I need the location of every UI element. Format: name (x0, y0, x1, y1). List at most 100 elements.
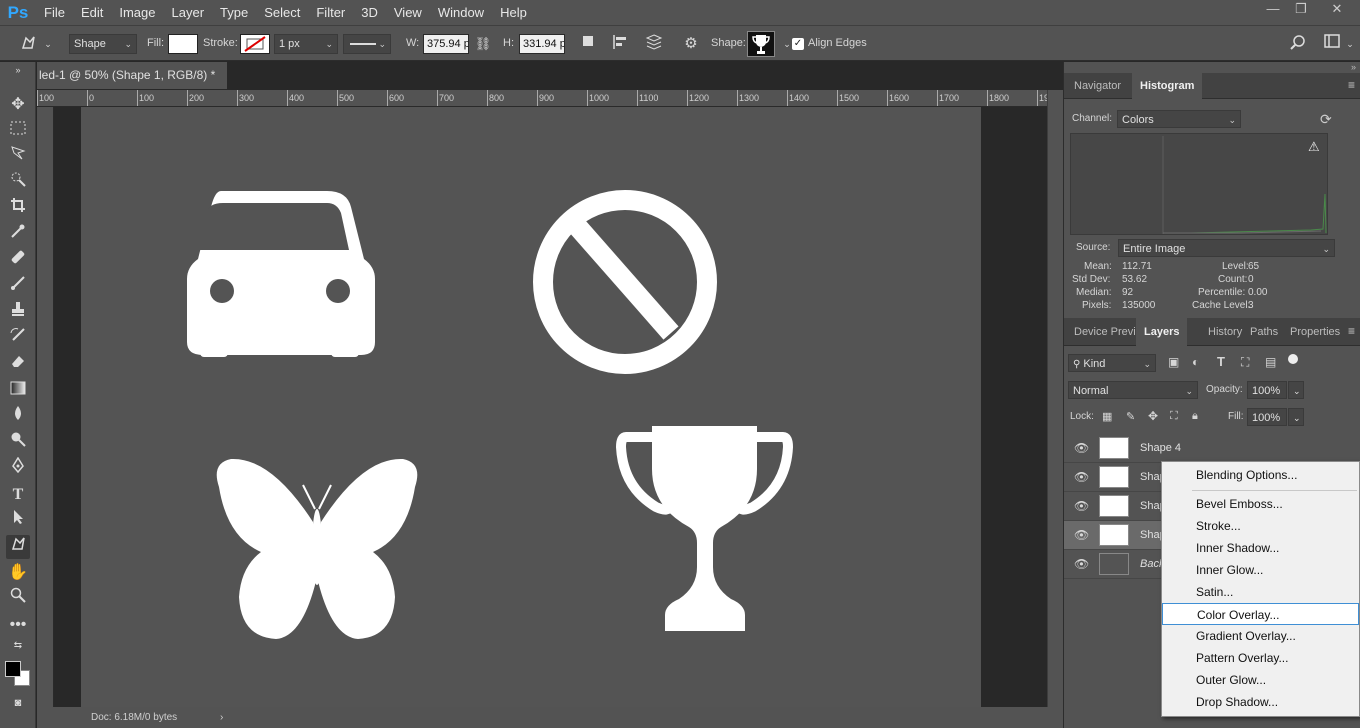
menu-window[interactable]: Window (430, 0, 492, 25)
crop-tool-icon[interactable] (6, 197, 30, 221)
default-colors-icon[interactable]: ⇆ (6, 639, 30, 653)
chevron-down-icon[interactable]: ⌄ (1288, 408, 1304, 426)
blend-mode-select[interactable]: Normal ⌄ (1068, 381, 1198, 399)
menu-item-satin[interactable]: Satin... (1162, 581, 1359, 603)
path-operations-icon[interactable] (578, 34, 598, 54)
gradient-tool-icon[interactable] (6, 379, 30, 403)
menu-item-stroke[interactable]: Stroke... (1162, 515, 1359, 537)
menu-help[interactable]: Help (492, 0, 535, 25)
tab-paths[interactable]: Paths (1242, 318, 1286, 346)
butterfly-shape[interactable] (216, 458, 418, 639)
quick-mask-icon[interactable]: ◙ (6, 696, 30, 710)
type-tool-icon[interactable]: T (6, 483, 30, 507)
close-window-button[interactable]: ✕ (1322, 0, 1352, 20)
stroke-width-select[interactable]: 1 px ⌄ (274, 34, 338, 54)
workspace-icon[interactable] (1322, 34, 1342, 54)
menu-item-outer-glow[interactable]: Outer Glow... (1162, 669, 1359, 691)
menu-3d[interactable]: 3D (353, 0, 386, 25)
menu-image[interactable]: Image (111, 0, 163, 25)
path-selection-tool-icon[interactable] (6, 509, 30, 533)
custom-shape-tool-icon[interactable] (6, 535, 30, 559)
smart-object-filter-icon[interactable]: ▤ (1265, 355, 1276, 369)
eye-icon[interactable]: 👁︎ (1074, 441, 1089, 455)
brush-tool-icon[interactable] (6, 275, 30, 299)
lock-all-icon[interactable]: 🔒︎ (1192, 410, 1198, 423)
minimize-button[interactable]: — (1258, 0, 1288, 20)
menu-item-pattern-overlay[interactable]: Pattern Overlay... (1162, 647, 1359, 669)
channel-select[interactable]: Colors ⌄ (1117, 110, 1241, 128)
adjustment-layer-filter-icon[interactable]: ◐ (1192, 355, 1199, 369)
trophy-shape[interactable] (615, 426, 794, 631)
zoom-tool-icon[interactable] (6, 587, 30, 611)
path-arrangement-icon[interactable] (644, 34, 664, 54)
height-field[interactable]: 331.94 p (519, 34, 565, 54)
panel-menu-icon[interactable]: ≡ (1348, 324, 1355, 338)
refresh-icon[interactable]: ⟳ (1320, 111, 1332, 128)
menu-item-drop-shadow[interactable]: Drop Shadow... (1162, 691, 1359, 713)
dodge-tool-icon[interactable] (6, 431, 30, 455)
menu-item-color-overlay[interactable]: Color Overlay... (1162, 603, 1359, 625)
move-tool-icon[interactable]: ✥ (6, 93, 30, 117)
vertical-scrollbar[interactable] (1047, 90, 1063, 707)
menu-edit[interactable]: Edit (73, 0, 111, 25)
more-tools-icon[interactable]: ••• (6, 613, 30, 637)
chevron-down-icon[interactable]: ⌄ (1340, 34, 1360, 54)
tab-navigator[interactable]: Navigator (1066, 73, 1129, 99)
menu-type[interactable]: Type (212, 0, 256, 25)
shape-picker[interactable] (747, 31, 775, 57)
blur-tool-icon[interactable] (6, 405, 30, 429)
eye-icon[interactable]: 👁︎ (1074, 499, 1089, 513)
tool-preset-chevron-icon[interactable]: ⌄ (38, 34, 58, 54)
shape-layer-filter-icon[interactable]: ⛶ (1241, 355, 1249, 370)
menu-layer[interactable]: Layer (164, 0, 213, 25)
document-tab[interactable]: led-1 @ 50% (Shape 1, RGB/8) * × (37, 62, 227, 110)
healing-brush-tool-icon[interactable] (6, 249, 30, 273)
lock-artboard-icon[interactable]: ⛶ (1170, 410, 1178, 423)
fill-swatch[interactable] (168, 34, 198, 54)
menu-item-inner-shadow[interactable]: Inner Shadow... (1162, 537, 1359, 559)
canvas[interactable] (81, 107, 981, 707)
eye-icon[interactable]: 👁︎ (1074, 470, 1089, 484)
menu-item-inner-glow[interactable]: Inner Glow... (1162, 559, 1359, 581)
panel-menu-icon[interactable]: ≡ (1348, 78, 1355, 92)
collapse-panels-icon[interactable]: » (1351, 62, 1356, 72)
foreground-color-swatch[interactable] (5, 661, 21, 677)
status-menu-chevron-icon[interactable]: › (220, 707, 223, 728)
hand-tool-icon[interactable]: ✋ (6, 561, 30, 585)
fill-field[interactable]: 100% (1247, 408, 1287, 426)
menu-select[interactable]: Select (256, 0, 308, 25)
collapse-toolbox-icon[interactable]: » (6, 64, 30, 76)
lock-position-icon[interactable]: ✥ (1148, 409, 1158, 423)
eye-icon[interactable]: 👁︎ (1074, 528, 1089, 542)
quick-selection-tool-icon[interactable] (6, 171, 30, 195)
history-brush-tool-icon[interactable] (6, 327, 30, 351)
opacity-field[interactable]: 100% (1247, 381, 1287, 399)
stroke-type-select[interactable]: ⌄ (343, 34, 391, 54)
car-shape[interactable] (187, 191, 375, 357)
stroke-swatch[interactable] (240, 34, 270, 54)
align-edges-checkbox[interactable]: ✓ (792, 38, 804, 50)
source-select[interactable]: Entire Image ⌄ (1118, 239, 1335, 257)
pen-tool-icon[interactable] (6, 456, 30, 481)
menu-item-gradient-overlay[interactable]: Gradient Overlay... (1162, 625, 1359, 647)
menu-file[interactable]: File (36, 0, 73, 25)
gear-icon[interactable]: ⚙ (681, 34, 701, 54)
type-layer-filter-icon[interactable]: T (1217, 354, 1225, 369)
marquee-tool-icon[interactable] (6, 119, 30, 143)
restore-button[interactable]: ❐ (1286, 0, 1316, 20)
eraser-tool-icon[interactable] (6, 353, 30, 377)
eyedropper-tool-icon[interactable] (6, 223, 30, 247)
warning-icon[interactable]: ⚠ (1308, 139, 1320, 155)
layer-row[interactable]: 👁︎ Shape 4 (1064, 434, 1360, 463)
kind-filter-select[interactable]: ⚲ Kind ⌄ (1068, 354, 1156, 372)
eye-icon[interactable]: 👁︎ (1074, 557, 1089, 571)
tab-histogram[interactable]: Histogram (1132, 73, 1203, 99)
tool-mode-select[interactable]: Shape ⌄ (69, 34, 137, 54)
custom-shape-tool-icon[interactable] (18, 34, 38, 54)
menu-view[interactable]: View (386, 0, 430, 25)
menu-item-blending-options[interactable]: Blending Options... (1162, 464, 1359, 486)
tab-device-preview[interactable]: Device Previe (1066, 318, 1142, 346)
lasso-tool-icon[interactable] (6, 145, 30, 169)
path-alignment-icon[interactable] (610, 34, 630, 54)
prohibited-sign-shape[interactable] (533, 190, 717, 374)
